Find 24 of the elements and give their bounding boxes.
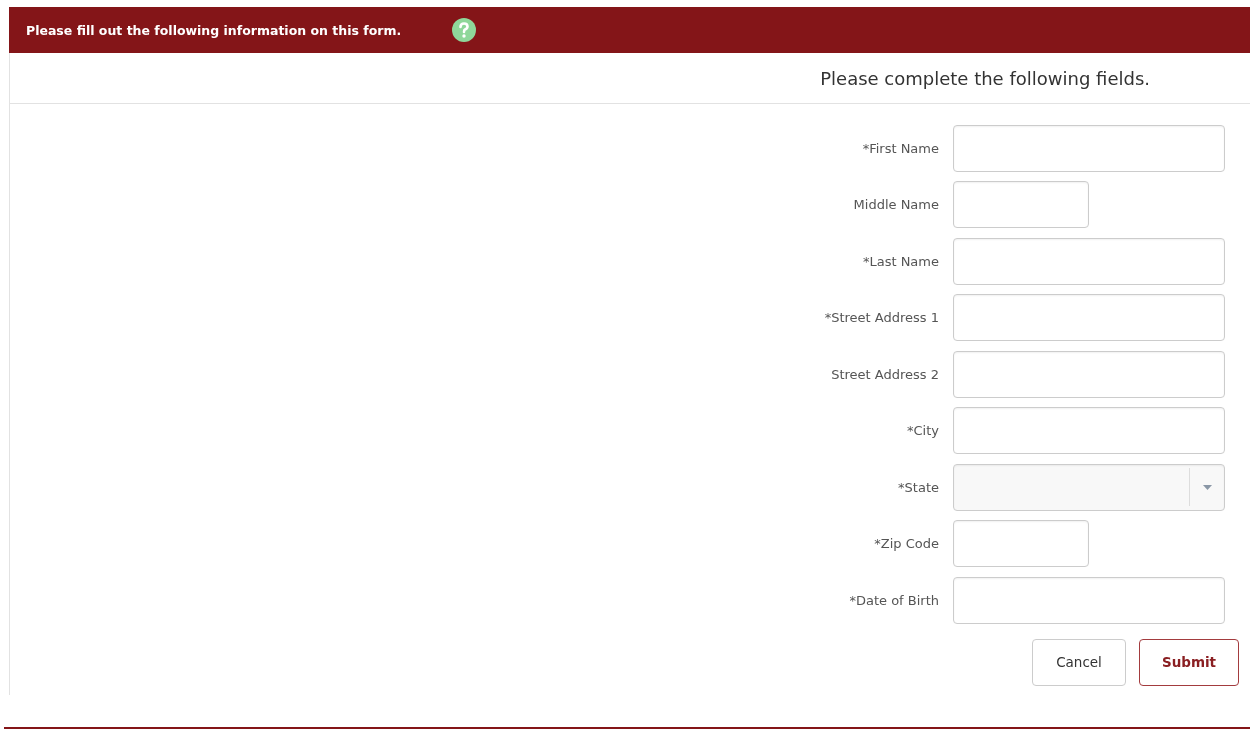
caret-icon	[1203, 484, 1212, 490]
input-field[interactable]	[953, 350, 1225, 398]
input-field[interactable]	[953, 520, 1089, 568]
field-label: *Street Address 1	[823, 310, 940, 326]
state-dropdown[interactable]	[953, 463, 1225, 511]
input-field[interactable]	[953, 237, 1225, 285]
field-label: *Last Name	[861, 253, 940, 269]
cancel-button[interactable]: Cancel	[1032, 638, 1126, 686]
input-field[interactable]	[953, 407, 1225, 455]
input-field[interactable]	[953, 576, 1225, 624]
form-heading: Please complete the following fields.	[820, 67, 1150, 89]
field-label: Middle Name	[852, 197, 940, 213]
input-field[interactable]	[953, 124, 1225, 172]
submit-button[interactable]: Submit	[1139, 638, 1239, 686]
field-label: *City	[906, 423, 940, 439]
field-label: *Zip Code	[873, 536, 940, 552]
input-field[interactable]	[953, 294, 1225, 342]
input-field[interactable]	[953, 181, 1089, 229]
field-label: Street Address 2	[830, 366, 940, 382]
field-label: *First Name	[861, 140, 940, 156]
help-icon[interactable]	[451, 17, 478, 43]
field-label: *Date of Birth	[848, 592, 940, 608]
field-label: *State	[897, 479, 940, 495]
form-title: Please fill out the following information on this form.	[26, 22, 402, 38]
